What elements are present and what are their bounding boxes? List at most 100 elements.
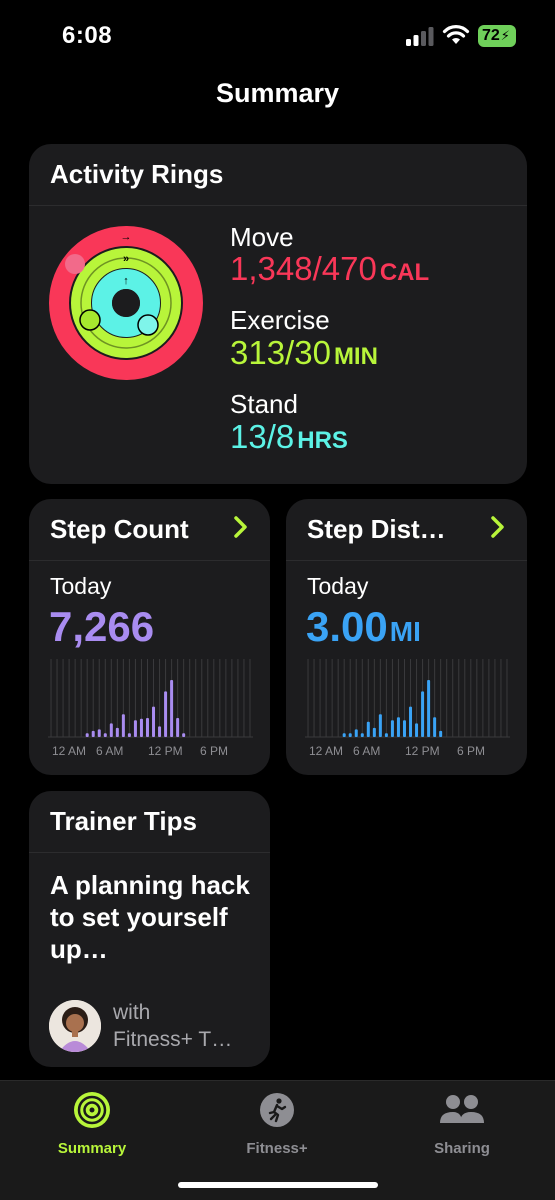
step-count-value: 7,266 bbox=[49, 603, 155, 650]
step-distance-title: Step Dist… bbox=[307, 514, 446, 544]
step-distance-bar bbox=[384, 733, 388, 737]
step-count-bar bbox=[170, 680, 174, 737]
step-distance-axis-label: 12 AM bbox=[309, 744, 343, 758]
move-value: 1,348/470 bbox=[230, 250, 377, 287]
step-distance-bar bbox=[396, 717, 400, 737]
step-distance-unit: MI bbox=[389, 616, 421, 647]
cellular-signal-icon bbox=[406, 27, 434, 46]
step-count-axis-label: 12 AM bbox=[52, 744, 86, 758]
activity-rings-icon: → » ↑ bbox=[49, 226, 203, 380]
person-portrait-icon bbox=[49, 1000, 101, 1052]
step-distance-bar bbox=[360, 733, 364, 737]
step-count-bar bbox=[115, 727, 119, 737]
step-distance-chart: 12 AM 6 AM 12 PM 6 PM bbox=[305, 659, 510, 758]
step-count-axis-label: 12 PM bbox=[148, 744, 183, 758]
runner-icon bbox=[260, 1093, 294, 1127]
stand-label: Stand bbox=[230, 389, 298, 419]
step-distance-bar bbox=[421, 691, 425, 737]
tab-summary[interactable]: Summary bbox=[22, 1091, 162, 1157]
step-distance-bar bbox=[378, 714, 382, 737]
battery-indicator: 72 ⚡ bbox=[478, 25, 516, 47]
trainer-with-line2: Fitness+ T… bbox=[113, 1028, 233, 1051]
exercise-label: Exercise bbox=[230, 305, 330, 335]
tab-fitness-plus-label: Fitness+ bbox=[246, 1140, 308, 1157]
step-distance-bar bbox=[439, 730, 443, 737]
step-distance-header: Step Dist… bbox=[286, 499, 527, 561]
step-count-bar bbox=[145, 718, 149, 737]
move-unit: CAL bbox=[379, 259, 430, 286]
tab-fitness-plus[interactable]: Fitness+ bbox=[207, 1091, 347, 1157]
step-count-header: Step Count bbox=[29, 499, 270, 561]
step-distance-bar bbox=[415, 723, 419, 737]
step-count-bar bbox=[182, 733, 186, 737]
move-label: Move bbox=[230, 222, 294, 252]
trainer-tip-headline: A planning hack to set yourself up… bbox=[50, 870, 250, 964]
tab-sharing[interactable]: Sharing bbox=[392, 1091, 532, 1157]
step-distance-value-row: 3.00MI bbox=[306, 603, 421, 651]
tab-summary-label: Summary bbox=[57, 1140, 127, 1157]
step-count-card[interactable]: Step Count Today 7,266 12 AM 6 AM 12 PM 6 P… bbox=[29, 499, 270, 775]
step-distance-bar bbox=[354, 729, 358, 737]
step-count-bar bbox=[152, 706, 156, 737]
step-count-bar bbox=[164, 691, 168, 737]
step-count-bar bbox=[97, 729, 101, 737]
step-count-chart: 12 AM 6 AM 12 PM 6 PM bbox=[48, 659, 253, 758]
step-count-bar bbox=[109, 723, 113, 737]
step-count-bar bbox=[133, 720, 137, 737]
step-count-bar bbox=[176, 718, 180, 737]
home-indicator bbox=[178, 1182, 378, 1188]
trainer-with-text: with Fitness+ T… bbox=[113, 999, 232, 1053]
stand-value-row: 13/8 HRS bbox=[230, 418, 348, 456]
tab-sharing-label: Sharing bbox=[434, 1140, 490, 1157]
step-distance-bar bbox=[372, 727, 376, 737]
step-count-bar bbox=[139, 718, 143, 737]
step-distance-bar bbox=[409, 706, 413, 737]
step-distance-period: Today bbox=[307, 573, 369, 599]
battery-level: 72 bbox=[482, 27, 500, 44]
chevron-right-icon bbox=[491, 516, 504, 538]
step-count-bar bbox=[85, 733, 89, 737]
step-count-bar bbox=[121, 714, 125, 737]
exercise-value-row: 313/30 MIN bbox=[230, 334, 378, 372]
trainer-tips-title: Trainer Tips bbox=[29, 791, 270, 853]
exercise-value: 313/30 bbox=[230, 334, 331, 371]
trainer-with-line1: with bbox=[113, 1001, 151, 1024]
step-distance-bar bbox=[433, 717, 437, 737]
step-distance-bar bbox=[342, 733, 346, 737]
step-count-axis-label: 6 PM bbox=[200, 744, 228, 758]
exercise-unit: MIN bbox=[333, 343, 378, 370]
step-count-bar bbox=[127, 733, 131, 737]
step-distance-bar bbox=[427, 680, 431, 737]
step-count-title: Step Count bbox=[50, 514, 189, 544]
step-count-period: Today bbox=[50, 573, 112, 599]
activity-rings-title: Activity Rings bbox=[29, 144, 527, 206]
wifi-icon bbox=[442, 25, 470, 44]
step-distance-card[interactable]: Step Dist… Today 3.00MI 12 AM 6 AM 12 PM 6 … bbox=[286, 499, 527, 775]
status-time: 6:08 bbox=[62, 22, 113, 49]
move-value-row: 1,348/470 CAL bbox=[230, 250, 429, 288]
charging-bolt-icon: ⚡ bbox=[500, 28, 510, 43]
svg-text:→: → bbox=[121, 231, 132, 243]
step-count-bar bbox=[91, 730, 95, 737]
trainer-avatar bbox=[49, 1000, 101, 1052]
step-distance-value: 3.00 bbox=[306, 603, 388, 650]
step-distance-axis-label: 6 PM bbox=[457, 744, 485, 758]
stand-unit: HRS bbox=[297, 427, 348, 454]
trainer-tips-card[interactable]: Trainer Tips A planning hack to set your… bbox=[29, 791, 270, 1067]
step-distance-bar bbox=[348, 733, 352, 737]
step-distance-axis-label: 12 PM bbox=[405, 744, 440, 758]
status-bar: 6:08 72 ⚡ bbox=[0, 0, 555, 70]
step-count-axis-label: 6 AM bbox=[96, 744, 123, 758]
step-count-bar bbox=[158, 726, 162, 737]
step-distance-bar bbox=[402, 720, 406, 737]
svg-text:↑: ↑ bbox=[123, 275, 129, 287]
step-distance-axis-label: 6 AM bbox=[353, 744, 380, 758]
chevron-right-icon bbox=[234, 516, 247, 538]
summary-rings-icon bbox=[74, 1092, 110, 1128]
people-icon bbox=[440, 1095, 484, 1123]
step-distance-bar bbox=[390, 720, 394, 737]
stand-value: 13/8 bbox=[230, 418, 295, 455]
activity-rings-card[interactable]: Activity Rings → » ↑ Move 1,348/470 CAL E… bbox=[29, 144, 527, 484]
svg-text:»: » bbox=[123, 253, 129, 265]
step-distance-bar bbox=[366, 721, 370, 737]
